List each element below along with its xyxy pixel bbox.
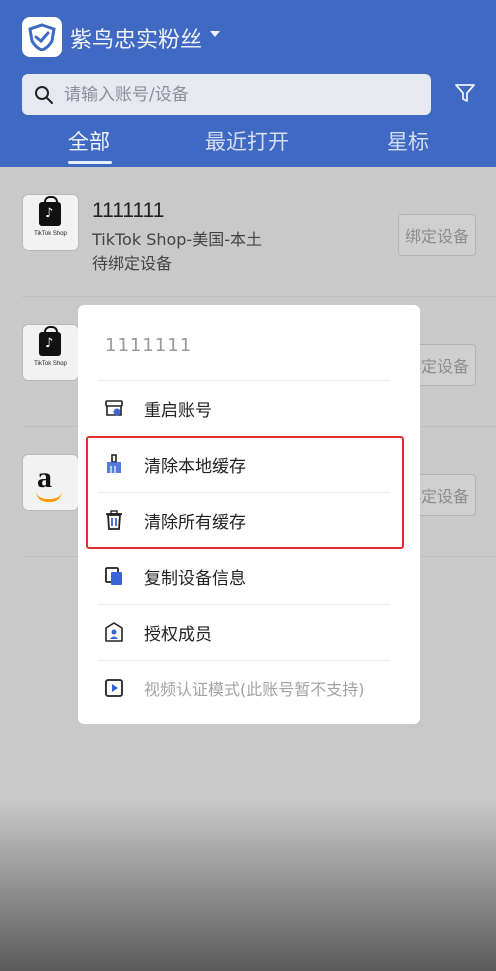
tiktok-shop-icon: ♪ TikTok Shop [22,324,79,381]
shop-restart-icon [105,400,123,416]
app-logo [22,17,62,57]
menu-item-copy-device-info[interactable]: 复制设备信息 [78,548,420,604]
tab-recent[interactable]: 最近打开 [205,126,289,156]
caret-down-icon[interactable] [210,31,220,37]
account-row[interactable]: ♪ TikTok Shop 1111111 TikTok Shop-美国-本土 … [0,167,496,297]
menu-item-video-auth-mode: 视频认证模式(此账号暂不支持) [78,660,420,716]
filter-icon[interactable] [454,82,476,104]
active-tab-indicator [68,161,112,164]
amazon-icon: a [22,454,79,511]
app-header: 紫鸟忠实粉丝 全部 最近打开 星标 [0,0,496,167]
bottom-shadow [0,800,496,971]
tab-all[interactable]: 全部 [68,126,110,156]
menu-title: 1111111 [105,335,193,356]
search-input[interactable] [64,74,414,115]
menu-item-authorize-members[interactable]: 授权成员 [78,604,420,660]
authorize-member-icon [105,622,123,642]
account-name: 1111111 [92,199,165,222]
tiktok-shop-icon: ♪ TikTok Shop [22,194,79,251]
tab-starred[interactable]: 星标 [387,126,429,156]
search-bar[interactable] [22,74,431,115]
copy-icon [105,567,122,585]
account-platform: TikTok Shop-美国-本土 [92,230,262,249]
account-status: 待绑定设备 [92,254,173,273]
menu-item-restart-account[interactable]: 重启账号 [78,380,420,436]
bind-device-button[interactable]: 绑定设备 [398,214,476,256]
video-auth-icon [105,679,123,697]
highlight-box [86,436,404,549]
app-title-dropdown[interactable]: 紫鸟忠实粉丝 [70,22,202,54]
shield-logo-icon [28,23,56,51]
search-icon [35,86,53,104]
